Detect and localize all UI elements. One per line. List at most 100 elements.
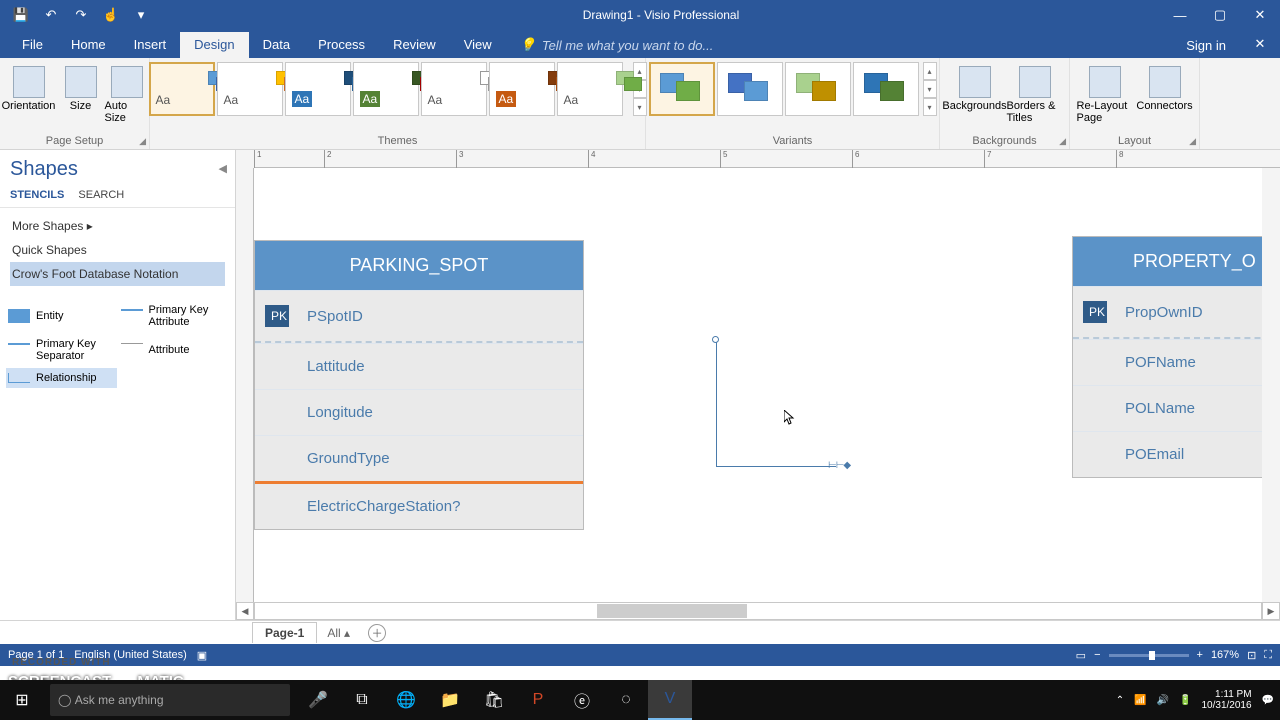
powerpoint-icon[interactable]: P [516,680,560,720]
theme-swatch-2[interactable]: Aa [217,62,283,116]
restore-button[interactable]: ▢ [1200,0,1240,30]
variant-swatch-3[interactable] [785,62,851,116]
close-button[interactable]: ✕ [1240,0,1280,30]
zoom-level[interactable]: 167% [1211,649,1239,661]
variant-swatch-1[interactable] [649,62,715,116]
entity-attr-row[interactable]: GroundType [255,435,583,481]
edge-icon[interactable]: 🌐 [384,680,428,720]
backgrounds-dialog-launcher[interactable]: ◢ [1059,136,1066,147]
add-page-button[interactable]: ＋ [368,624,386,642]
macro-record-icon[interactable]: ▣ [197,649,207,662]
vertical-scrollbar[interactable] [1262,168,1280,602]
sign-in-link[interactable]: Sign in [1172,33,1240,58]
tab-design[interactable]: Design [180,32,248,58]
entity-pk-row[interactable]: PK PSpotID [255,290,583,341]
zoom-in-button[interactable]: + [1197,649,1203,661]
relationship-connector[interactable] [716,466,836,467]
theme-swatch-7[interactable]: Aa [557,62,623,116]
variant-swatch-4[interactable] [853,62,919,116]
quick-shapes-item[interactable]: Quick Shapes [10,238,225,262]
ie-icon[interactable]: ⓔ [560,680,604,720]
cortana-search[interactable]: ◯ Ask me anything [50,684,290,716]
orientation-button[interactable]: Orientation [1,62,57,112]
scroll-right-button[interactable]: ▶ [1262,602,1280,620]
theme-gallery-more[interactable]: ▾ [633,98,647,116]
zoom-out-button[interactable]: − [1094,649,1100,661]
theme-swatch-5[interactable]: Aa [421,62,487,116]
battery-icon[interactable]: 🔋 [1179,695,1191,706]
entity-attr-row[interactable]: POFName [1073,339,1280,385]
entity-parking-spot[interactable]: PARKING_SPOT PK PSpotID Lattitude Longit… [254,240,584,530]
crows-foot-stencil-item[interactable]: Crow's Foot Database Notation [10,262,225,286]
page-tab-all[interactable]: All ▴ [317,623,360,643]
action-center-icon[interactable]: 💬 [1262,695,1274,706]
connector-endpoint[interactable] [712,336,719,343]
shape-attribute[interactable]: Attribute [119,334,230,366]
tab-view[interactable]: View [450,32,506,58]
tab-file[interactable]: File [8,32,57,58]
file-explorer-icon[interactable]: 📁 [428,680,472,720]
variant-scroll-up[interactable]: ▴ [923,62,937,80]
redo-button[interactable]: ↷ [68,3,94,27]
theme-swatch-1[interactable]: Aa [149,62,215,116]
tray-chevron-icon[interactable]: ⌃ [1116,695,1124,706]
scroll-track[interactable] [254,602,1262,620]
drawing-canvas[interactable]: PARKING_SPOT PK PSpotID Lattitude Longit… [254,168,1262,602]
theme-swatch-3[interactable]: Aa [285,62,351,116]
relayout-page-button[interactable]: Re-Layout Page [1077,62,1133,124]
entity-attr-row[interactable]: Lattitude [255,343,583,389]
entity-attr-row[interactable]: POLName [1073,385,1280,431]
page-tab-1[interactable]: Page-1 [252,622,317,643]
zoom-slider[interactable] [1109,654,1189,657]
full-screen-icon[interactable]: ⛶ [1264,649,1272,662]
stencils-tab[interactable]: STENCILS [10,189,64,201]
shape-entity[interactable]: Entity [6,300,117,332]
task-view-button[interactable]: ⧉ [340,680,384,720]
search-tab[interactable]: SEARCH [78,189,124,201]
backgrounds-button[interactable]: Backgrounds [947,62,1003,112]
volume-icon[interactable]: 🔊 [1157,695,1169,706]
collapse-shapes-panel[interactable]: ◀ [219,162,227,175]
more-shapes-item[interactable]: More Shapes ▸ [10,214,225,238]
network-icon[interactable]: 📶 [1134,695,1146,706]
tab-data[interactable]: Data [249,32,304,58]
scroll-left-button[interactable]: ◀ [236,602,254,620]
visio-taskbar-icon[interactable]: V [648,680,692,720]
entity-attr-row-highlighted[interactable]: ElectricChargeStation? [255,481,583,529]
size-button[interactable]: Size [61,62,101,112]
entity-attr-row[interactable]: POEmail [1073,431,1280,477]
tab-home[interactable]: Home [57,32,120,58]
borders-titles-button[interactable]: Borders & Titles [1007,62,1063,124]
theme-swatch-6[interactable]: Aa [489,62,555,116]
clock[interactable]: 1:11 PM 10/31/2016 [1201,689,1251,711]
variant-swatch-2[interactable] [717,62,783,116]
mic-icon[interactable]: 🎤 [296,680,340,720]
fit-page-icon[interactable]: ⊡ [1247,649,1256,662]
close-document-button[interactable]: ✕ [1240,30,1280,58]
minimize-button[interactable]: — [1160,0,1200,30]
tab-insert[interactable]: Insert [120,32,181,58]
shape-relationship[interactable]: Relationship [6,368,117,388]
shape-pk-separator[interactable]: Primary Key Separator [6,334,117,366]
presentation-mode-icon[interactable]: ▭ [1076,649,1086,662]
shape-pk-attribute[interactable]: Primary Key Attribute [119,300,230,332]
entity-attr-row[interactable]: Longitude [255,389,583,435]
scroll-thumb[interactable] [597,604,747,618]
page-setup-dialog-launcher[interactable]: ◢ [139,136,146,147]
undo-button[interactable]: ↶ [38,3,64,27]
tell-me-search[interactable]: 💡 Tell me what you want to do... [506,32,1173,58]
save-button[interactable]: 💾 [8,3,34,27]
layout-dialog-launcher[interactable]: ◢ [1189,136,1196,147]
tab-process[interactable]: Process [304,32,379,58]
connectors-button[interactable]: Connectors [1137,62,1193,112]
tab-review[interactable]: Review [379,32,450,58]
entity-pk-row[interactable]: PK PropOwnID [1073,286,1280,337]
variant-gallery-more[interactable]: ▾ [923,98,937,116]
variant-scroll-down[interactable]: ▾ [923,80,937,98]
screencast-icon[interactable]: ◌ [604,680,648,720]
auto-size-button[interactable]: Auto Size [105,62,149,124]
qat-customize-button[interactable]: ▾ [128,3,154,27]
entity-property-owner[interactable]: PROPERTY_O PK PropOwnID POFName POLName … [1072,236,1280,478]
relationship-connector[interactable] [716,340,717,466]
touch-mode-button[interactable]: ☝ [98,3,124,27]
